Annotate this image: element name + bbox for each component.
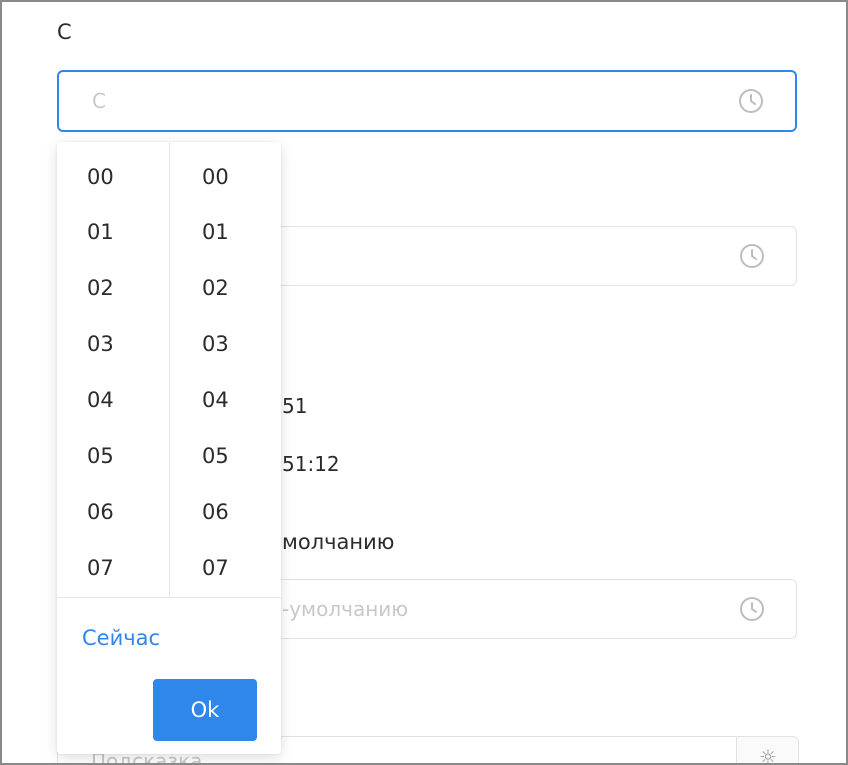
time-picker-dropdown: 00 01 02 03 04 05 06 07 00 01 02 03 04 0… — [57, 142, 281, 754]
hour-option[interactable]: 00 — [57, 149, 169, 205]
minute-option[interactable]: 01 — [169, 204, 281, 260]
hour-option[interactable]: 07 — [57, 540, 169, 596]
default-label: молчанию — [282, 530, 395, 554]
clock-icon — [739, 89, 763, 113]
ok-button[interactable]: Ok — [153, 679, 257, 741]
minute-option[interactable]: 02 — [169, 260, 281, 316]
minute-option[interactable]: 05 — [169, 428, 281, 484]
clock-icon — [740, 597, 764, 621]
hour-option[interactable]: 03 — [57, 316, 169, 372]
hours-column[interactable]: 00 01 02 03 04 05 06 07 — [57, 142, 170, 597]
from-time-input[interactable]: С — [57, 70, 797, 132]
picker-divider — [57, 597, 281, 598]
hour-option[interactable]: 02 — [57, 260, 169, 316]
settings-icon: ☼ — [759, 745, 777, 765]
minutes-column[interactable]: 00 01 02 03 04 05 06 07 — [169, 142, 281, 597]
hour-option[interactable]: 06 — [57, 484, 169, 540]
minute-option[interactable]: 04 — [169, 372, 281, 428]
hour-option[interactable]: 05 — [57, 428, 169, 484]
time-value: 51:12 — [282, 452, 340, 476]
hour-option[interactable]: 04 — [57, 372, 169, 428]
from-placeholder: С — [92, 89, 106, 113]
hour-option[interactable]: 01 — [57, 204, 169, 260]
minute-option[interactable]: 06 — [169, 484, 281, 540]
settings-addon[interactable]: ☼ — [736, 736, 799, 765]
now-link[interactable]: Сейчас — [82, 626, 160, 650]
seconds-value: 51 — [282, 394, 308, 418]
clock-icon — [740, 244, 764, 268]
minute-option[interactable]: 07 — [169, 540, 281, 596]
minute-option[interactable]: 00 — [169, 149, 281, 205]
minute-option[interactable]: 03 — [169, 316, 281, 372]
default-placeholder: -умолчанию — [282, 597, 409, 621]
from-label: С — [57, 20, 72, 44]
form-frame: С С 51 51:12 молчанию -умолчанию Подсказ… — [0, 0, 848, 765]
